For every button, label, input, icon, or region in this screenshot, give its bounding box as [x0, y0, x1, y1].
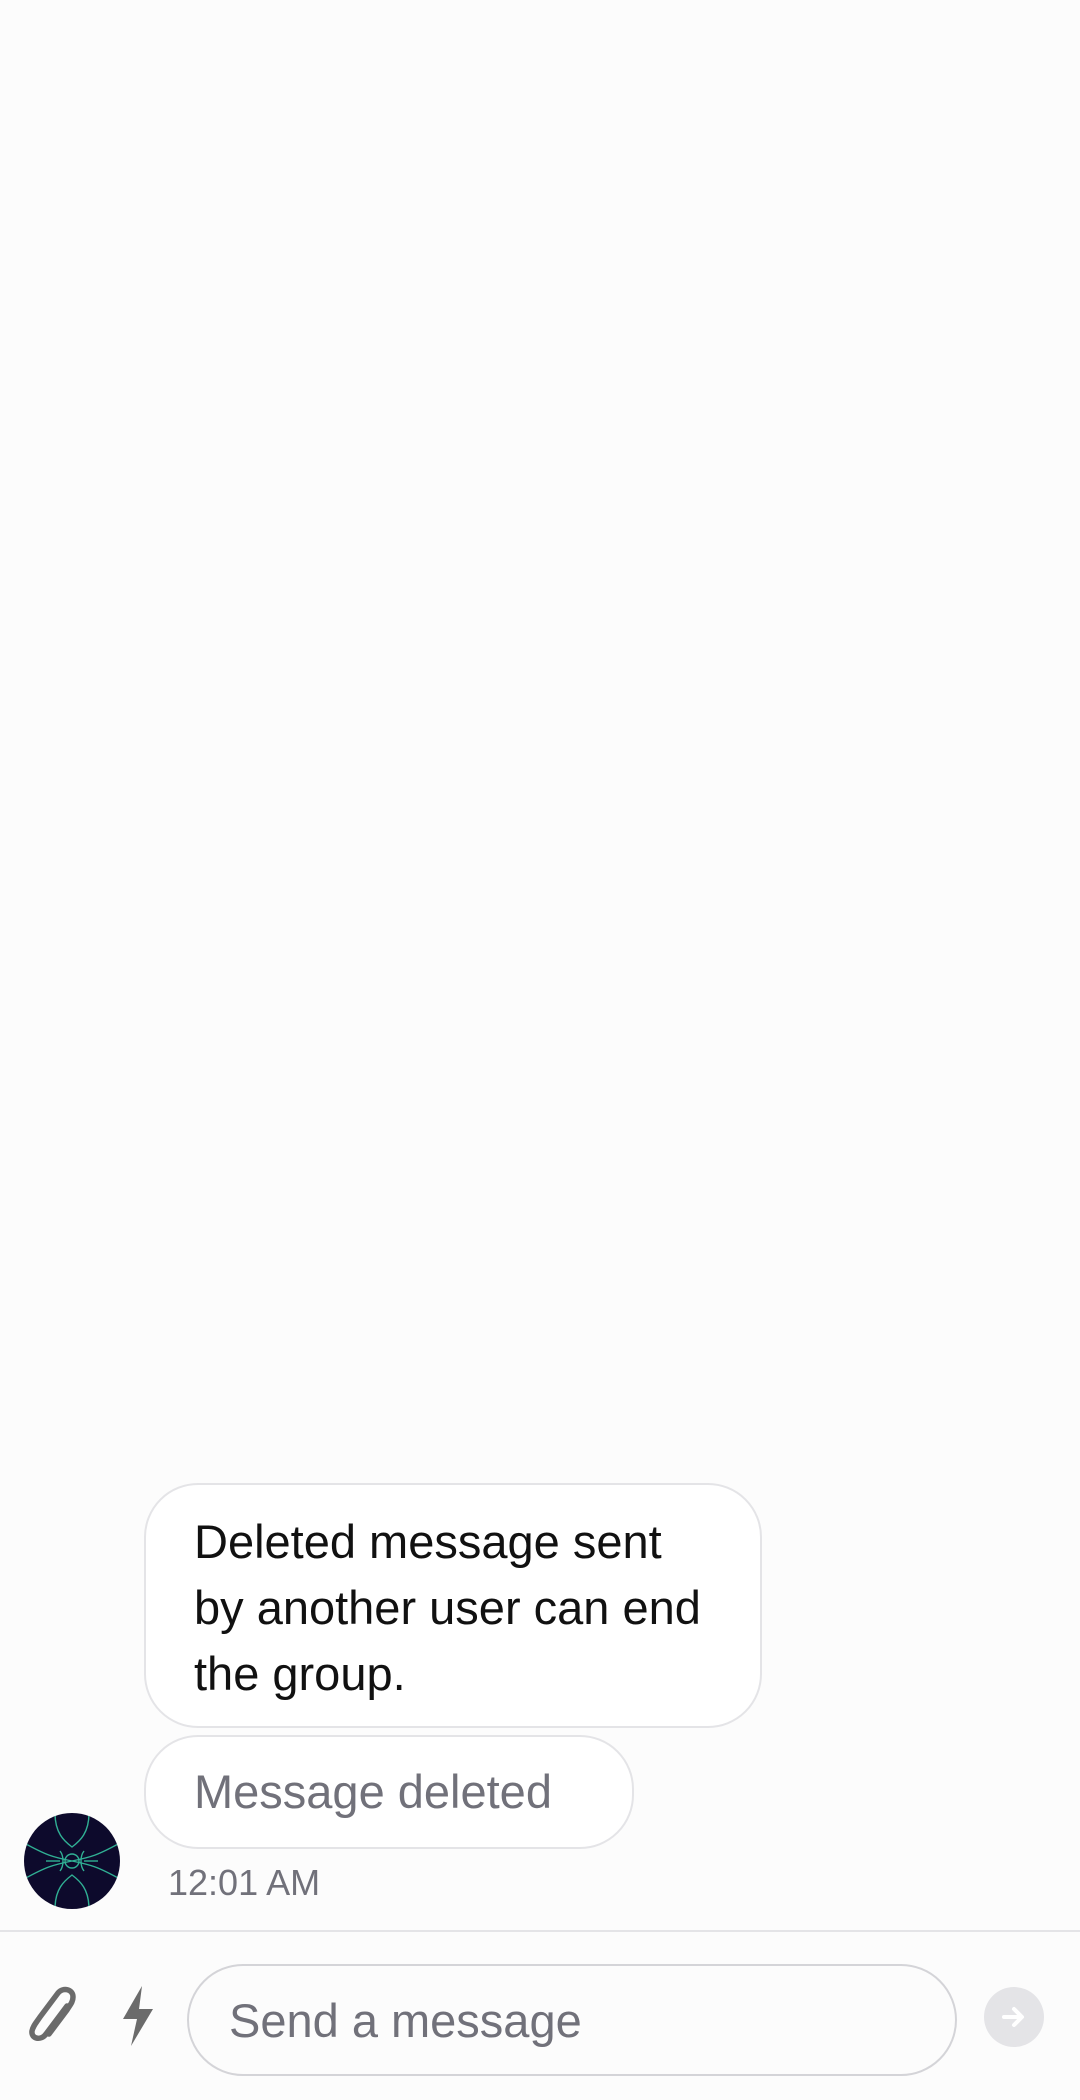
message-text: Deleted message sent by another user can… — [194, 1515, 701, 1700]
deleted-message-text: Message deleted — [194, 1765, 552, 1818]
arrow-right-icon — [1002, 2007, 1024, 2027]
commands-button[interactable] — [118, 1984, 158, 2048]
paperclip-icon — [29, 1986, 76, 2041]
deleted-message-bubble: Message deleted — [144, 1735, 634, 1849]
send-button[interactable] — [984, 1987, 1044, 2047]
attach-button[interactable] — [24, 1984, 80, 2054]
lightning-bolt-icon — [123, 1986, 153, 2046]
message-composer — [0, 1932, 1080, 2100]
message-bubble[interactable]: Deleted message sent by another user can… — [144, 1483, 762, 1728]
avatar[interactable] — [24, 1813, 120, 1909]
message-list: Deleted message sent by another user can… — [0, 0, 1080, 1930]
message-input[interactable] — [187, 1964, 957, 2076]
message-timestamp: 12:01 AM — [168, 1862, 321, 1903]
avatar-pattern-icon — [24, 1813, 120, 1909]
